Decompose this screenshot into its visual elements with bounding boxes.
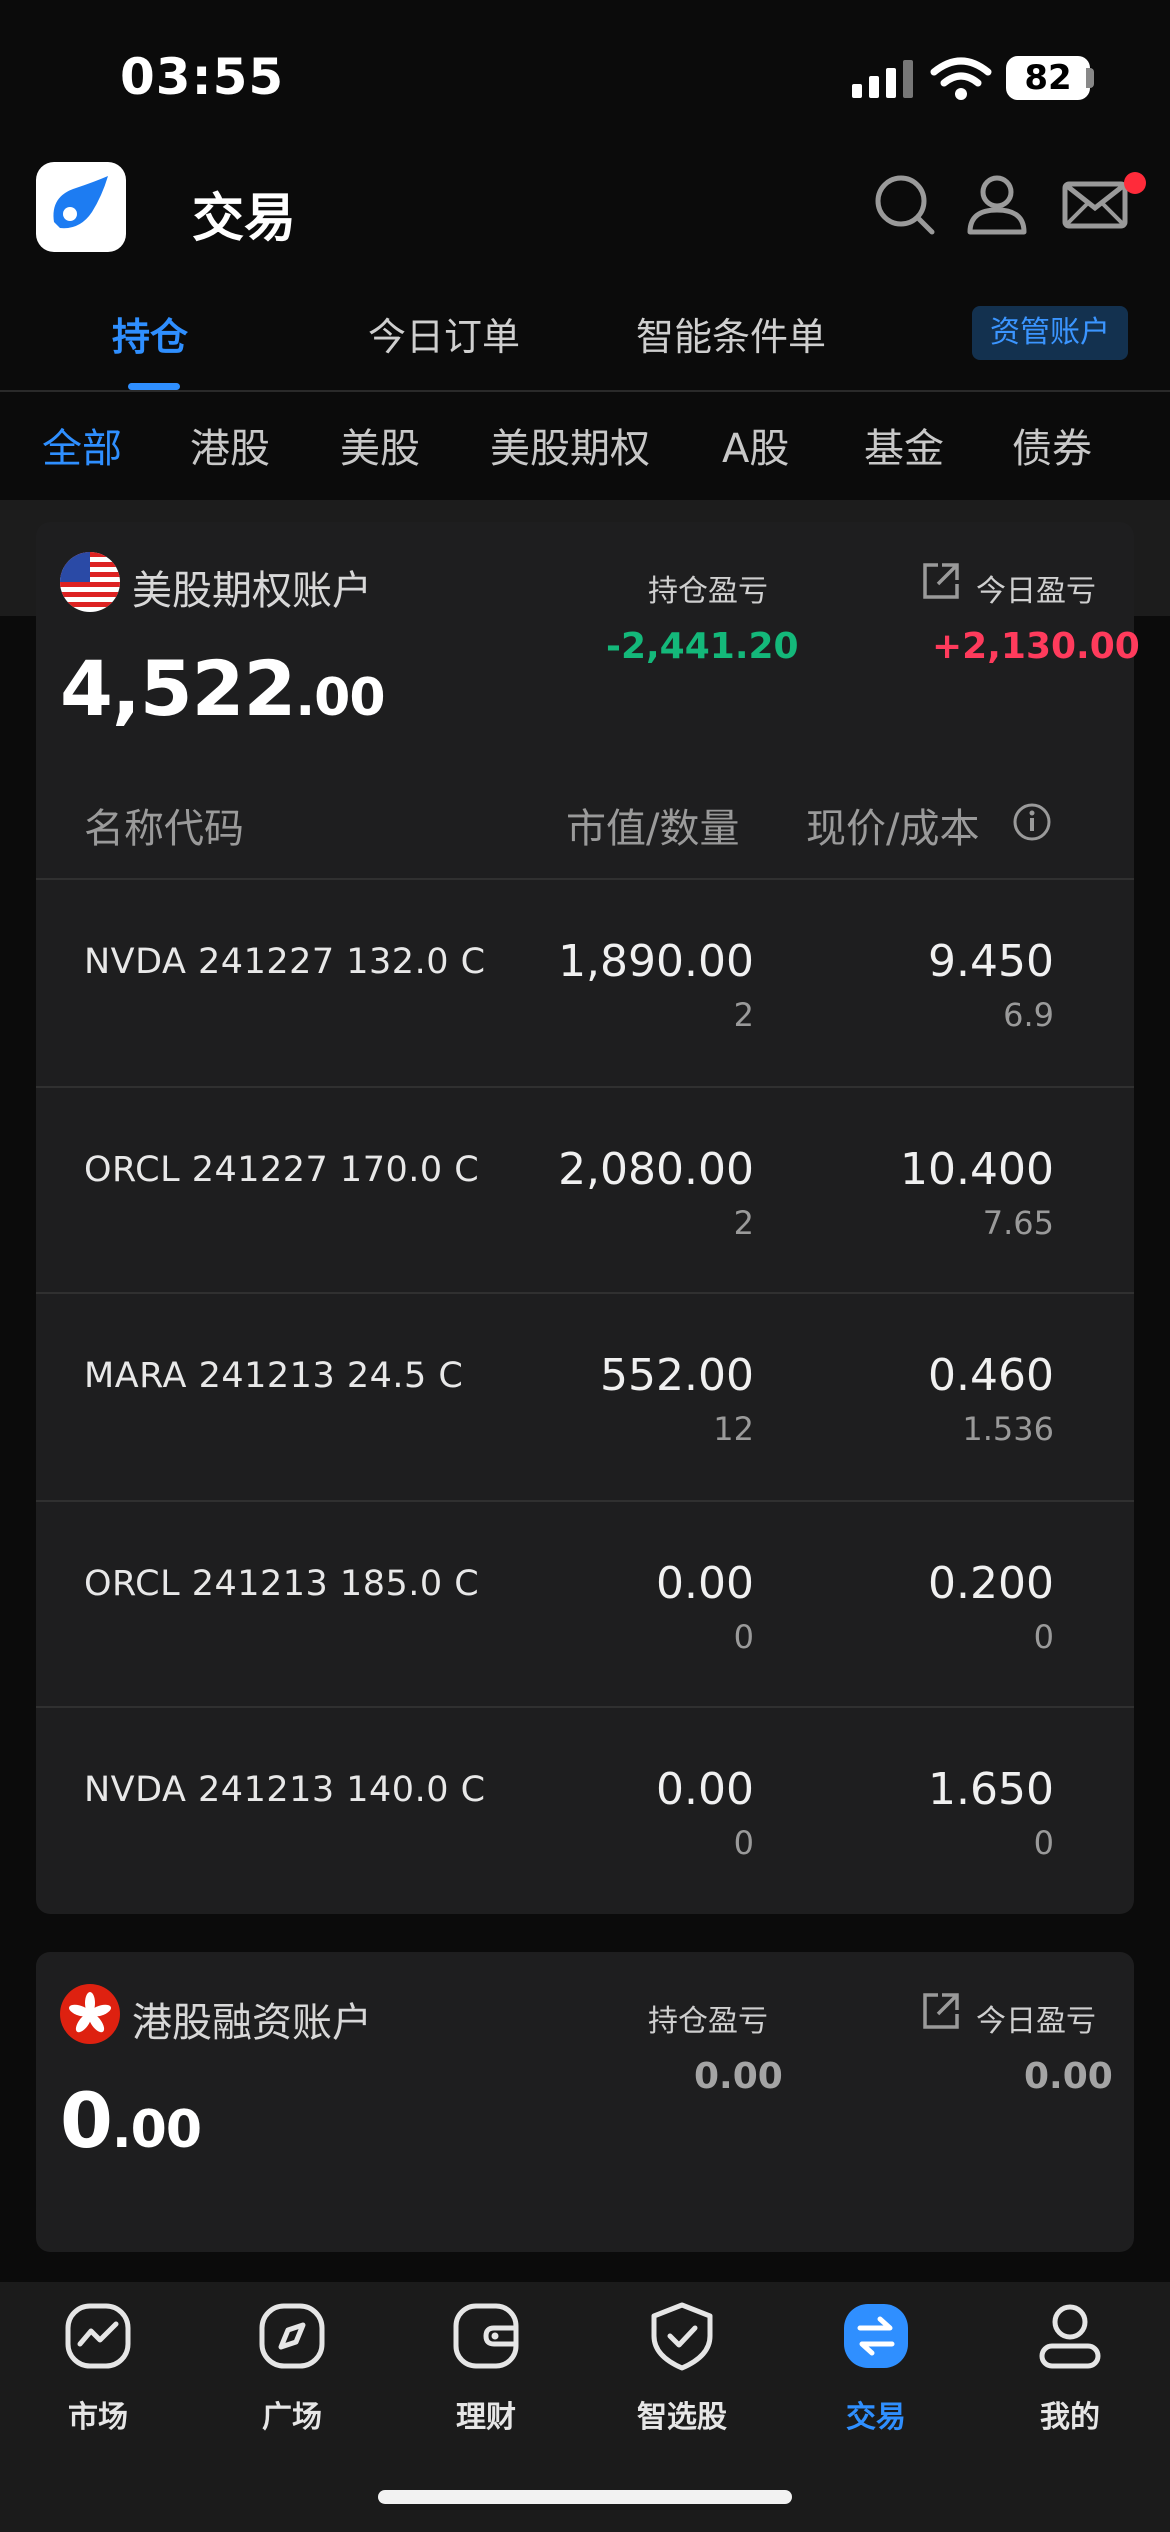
battery-level: 82 — [1006, 56, 1090, 100]
position-name[interactable]: ORCL 241227 170.0 C — [84, 1150, 479, 1190]
today-pl-value: +2,130.00 — [932, 626, 1140, 667]
current-price: 0.460 — [928, 1350, 1054, 1401]
today-pl-value: 0.00 — [1024, 2056, 1113, 2097]
battery-tip — [1086, 68, 1094, 88]
market-value: 552.00 — [600, 1350, 754, 1401]
home-indicator[interactable] — [378, 2490, 792, 2504]
nav-trade[interactable]: 交易 — [778, 2300, 974, 2440]
cost-price: 0 — [1033, 1618, 1054, 1656]
column-name: 名称代码 — [84, 806, 244, 852]
cellular-signal-icon — [852, 60, 913, 98]
mail-icon[interactable] — [1060, 170, 1130, 240]
account-name: 港股融资账户 — [132, 2000, 372, 2046]
market-value: 1,890.00 — [558, 936, 754, 987]
divider — [36, 1292, 1134, 1294]
trade-icon — [844, 2304, 908, 2368]
account-value: 4,522.00 — [60, 644, 386, 733]
quantity: 12 — [713, 1410, 754, 1448]
filter-all[interactable]: 全部 — [42, 416, 122, 474]
nav-wealth[interactable]: 理财 — [388, 2300, 584, 2440]
app-logo — [36, 162, 126, 252]
position-pl-label: 持仓盈亏 — [648, 574, 768, 609]
us-flag-icon — [60, 552, 120, 612]
tab-holdings[interactable]: 持仓 — [112, 306, 188, 361]
nav-market[interactable]: 市场 — [0, 2300, 196, 2440]
tab-indicator — [128, 383, 180, 390]
today-pl-label: 今日盈亏 — [976, 2004, 1096, 2039]
cost-price: 6.9 — [1003, 996, 1054, 1034]
nav-square[interactable]: 广场 — [194, 2300, 390, 2440]
filter-us-stocks[interactable]: 美股 — [340, 416, 420, 474]
chart-icon — [65, 2303, 131, 2369]
market-value: 0.00 — [656, 1764, 754, 1815]
filter-us-options[interactable]: 美股期权 — [490, 416, 650, 474]
filter-hk-stocks[interactable]: 港股 — [190, 416, 270, 474]
current-price: 1.650 — [928, 1764, 1054, 1815]
divider — [36, 1086, 1134, 1088]
position-pl-value: 0.00 — [694, 2056, 783, 2097]
current-price: 0.200 — [928, 1558, 1054, 1609]
wallet-icon — [453, 2303, 519, 2369]
quantity: 0 — [733, 1618, 754, 1656]
filter-bonds[interactable]: 债券 — [1012, 416, 1092, 474]
cost-price: 1.536 — [962, 1410, 1054, 1448]
divider — [0, 390, 1170, 392]
shield-check-icon — [651, 2302, 713, 2371]
position-pl-value: -2,441.20 — [606, 626, 799, 667]
notification-badge — [1124, 172, 1146, 194]
divider — [36, 878, 1134, 880]
wifi-icon — [930, 57, 992, 100]
current-price: 9.450 — [928, 936, 1054, 987]
position-name[interactable]: NVDA 241227 132.0 C — [84, 942, 486, 982]
hk-flag-icon — [60, 1984, 120, 2044]
nav-smart-picks[interactable]: 智选股 — [584, 2300, 780, 2440]
filter-a-shares[interactable]: A股 — [722, 416, 789, 474]
tab-smart-orders[interactable]: 智能条件单 — [636, 306, 826, 361]
user-icon[interactable] — [962, 170, 1032, 240]
current-price: 10.400 — [900, 1144, 1054, 1195]
column-price-cost: 现价/成本 — [806, 806, 980, 852]
position-name[interactable]: NVDA 241213 140.0 C — [84, 1770, 486, 1810]
compass-icon — [259, 2303, 325, 2369]
external-link-icon[interactable] — [920, 1990, 962, 2032]
divider — [36, 1500, 1134, 1502]
status-time: 03:55 — [120, 48, 285, 106]
tab-today-orders[interactable]: 今日订单 — [368, 306, 520, 361]
search-icon[interactable] — [870, 170, 940, 240]
cost-price: 0 — [1033, 1824, 1054, 1862]
column-market-qty: 市值/数量 — [566, 806, 740, 852]
page-title: 交易 — [192, 189, 297, 249]
account-value: 0.00 — [60, 2076, 202, 2165]
account-name: 美股期权账户 — [132, 568, 372, 614]
position-pl-label: 持仓盈亏 — [648, 2004, 768, 2039]
position-name[interactable]: MARA 241213 24.5 C — [84, 1356, 463, 1396]
quantity: 0 — [733, 1824, 754, 1862]
cost-price: 7.65 — [982, 1204, 1054, 1242]
today-pl-label: 今日盈亏 — [976, 574, 1096, 609]
info-icon[interactable] — [1012, 802, 1052, 842]
divider — [36, 1706, 1134, 1708]
quantity: 2 — [733, 1204, 754, 1242]
market-value: 0.00 — [656, 1558, 754, 1609]
market-value: 2,080.00 — [558, 1144, 754, 1195]
asset-management-button[interactable]: 资管账户 — [972, 306, 1128, 360]
position-name[interactable]: ORCL 241213 185.0 C — [84, 1564, 479, 1604]
person-icon — [1039, 2304, 1101, 2369]
nav-me[interactable]: 我的 — [972, 2300, 1168, 2440]
filter-funds[interactable]: 基金 — [864, 416, 944, 474]
quantity: 2 — [733, 996, 754, 1034]
external-link-icon[interactable] — [920, 560, 962, 602]
